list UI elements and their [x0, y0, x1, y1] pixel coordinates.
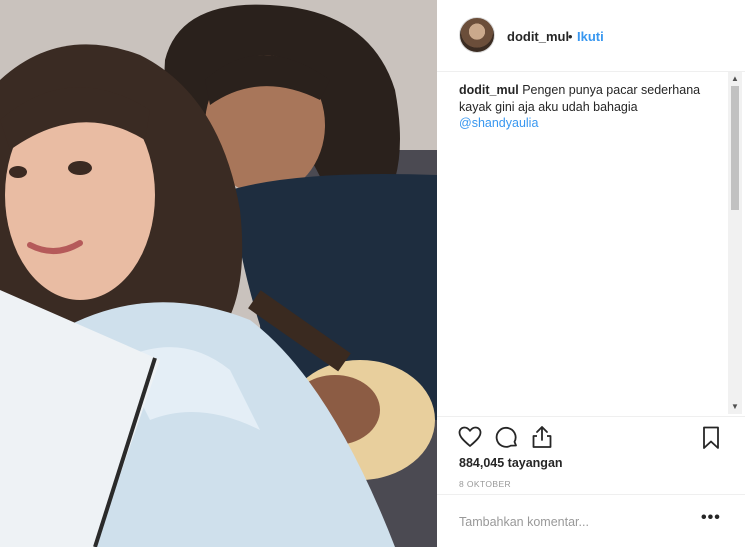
post-date[interactable]: 8 OKTOBER — [459, 479, 511, 489]
post-video[interactable] — [0, 0, 437, 547]
share-icon[interactable] — [531, 425, 553, 449]
video-frame-illustration — [0, 0, 437, 547]
scroll-up-arrow-icon[interactable]: ▲ — [728, 74, 742, 84]
header-username[interactable]: dodit_mul — [507, 29, 569, 44]
bookmark-icon[interactable] — [702, 426, 720, 450]
avatar[interactable] — [459, 17, 495, 53]
comment-bubble-icon[interactable] — [495, 426, 519, 450]
caption-username[interactable]: dodit_mul — [459, 83, 519, 97]
comments-scrollbar[interactable]: ▲ ▼ — [728, 72, 742, 414]
heart-icon[interactable] — [458, 426, 482, 448]
post-sidebar: dodit_mul • Ikuti dodit_mul Pengen punya… — [437, 0, 745, 547]
comment-bar: ••• — [437, 494, 745, 547]
post-header: dodit_mul • Ikuti — [437, 0, 745, 72]
more-options-icon[interactable]: ••• — [701, 509, 721, 527]
caption-mention-link[interactable]: @shandyaulia — [459, 116, 538, 130]
comment-input[interactable] — [459, 513, 679, 531]
header-separator: • — [568, 29, 573, 44]
action-bar — [437, 416, 745, 456]
post-caption: dodit_mul Pengen punya pacar sederhana k… — [459, 82, 717, 132]
scrollbar-thumb[interactable] — [731, 86, 739, 210]
view-count[interactable]: 884,045 tayangan — [459, 456, 563, 470]
scroll-down-arrow-icon[interactable]: ▼ — [728, 402, 742, 412]
follow-button[interactable]: Ikuti — [577, 29, 604, 44]
